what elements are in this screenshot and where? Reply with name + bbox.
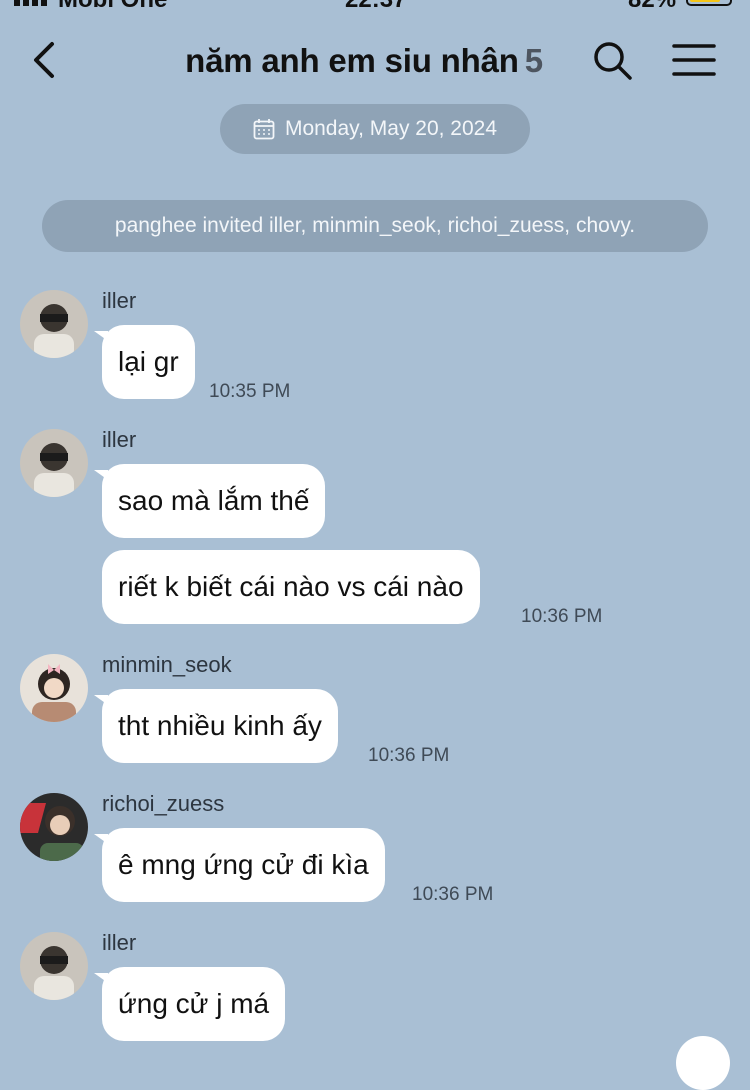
system-message-text: panghee invited iller, minmin_seok, rich… bbox=[114, 214, 636, 237]
chat-header: năm anh em siu nhân 5 bbox=[0, 30, 750, 94]
battery-icon bbox=[686, 0, 732, 6]
avatar[interactable] bbox=[20, 290, 88, 358]
calendar-icon bbox=[253, 119, 275, 140]
message-bubble[interactable]: ê mng ứng cử đi kìa bbox=[94, 828, 385, 902]
carrier-label: Mobi One bbox=[58, 0, 167, 14]
message-bubble[interactable]: tht nhiều kinh ấy bbox=[94, 689, 338, 763]
avatar-image bbox=[20, 654, 88, 722]
sender-name: iller bbox=[102, 288, 137, 313]
date-separator: Monday, May 20, 2024 bbox=[220, 104, 530, 154]
avatar-image bbox=[20, 429, 88, 497]
sender-name: iller bbox=[102, 930, 137, 955]
date-label: Monday, May 20, 2024 bbox=[284, 117, 498, 140]
search-icon bbox=[594, 42, 632, 80]
avatar-image bbox=[20, 793, 88, 861]
message-timestamp: 10:35 PM bbox=[209, 381, 291, 402]
battery-percentage: 82% bbox=[628, 0, 676, 14]
message-text: lại gr bbox=[118, 346, 179, 377]
sender-name: richoi_zuess bbox=[102, 791, 225, 816]
message-bubble[interactable]: lại gr bbox=[94, 325, 195, 399]
message-bubble[interactable]: riết k biết cái nào vs cái nào bbox=[102, 550, 480, 624]
avatar-image bbox=[20, 290, 88, 358]
message-text: ê mng ứng cử đi kìa bbox=[118, 849, 369, 880]
status-bar: Mobi One 22:37 82% bbox=[0, 0, 750, 13]
menu-button[interactable] bbox=[672, 42, 716, 78]
message-text: tht nhiều kinh ấy bbox=[118, 710, 322, 741]
avatar[interactable] bbox=[20, 793, 88, 861]
clock: 22:37 bbox=[345, 0, 406, 14]
message-text: ứng cử j má bbox=[118, 988, 270, 1019]
group-name: năm anh em siu nhân bbox=[185, 42, 519, 79]
system-message: panghee invited iller, minmin_seok, rich… bbox=[42, 200, 708, 252]
message-timestamp: 10:36 PM bbox=[368, 745, 450, 766]
message-bubble[interactable]: ứng cử j má bbox=[93, 967, 286, 1041]
message-timestamp: 10:36 PM bbox=[521, 606, 603, 627]
message-timestamp: 10:36 PM bbox=[412, 884, 494, 905]
signal-icon bbox=[14, 0, 47, 6]
sender-name: iller bbox=[102, 427, 137, 452]
search-button[interactable] bbox=[592, 40, 634, 82]
avatar[interactable] bbox=[20, 429, 88, 497]
message-text: sao mà lắm thế bbox=[118, 485, 310, 516]
message-bubble[interactable]: sao mà lắm thế bbox=[93, 464, 326, 538]
message-text: riết k biết cái nào vs cái nào bbox=[118, 571, 464, 602]
scroll-to-bottom-button[interactable] bbox=[676, 1036, 730, 1090]
member-count: 5 bbox=[524, 42, 543, 79]
avatar-image bbox=[20, 932, 88, 1000]
avatar[interactable] bbox=[20, 654, 88, 722]
avatar[interactable] bbox=[20, 932, 88, 1000]
hamburger-menu-icon bbox=[672, 44, 716, 76]
sender-name: minmin_seok bbox=[102, 652, 232, 677]
